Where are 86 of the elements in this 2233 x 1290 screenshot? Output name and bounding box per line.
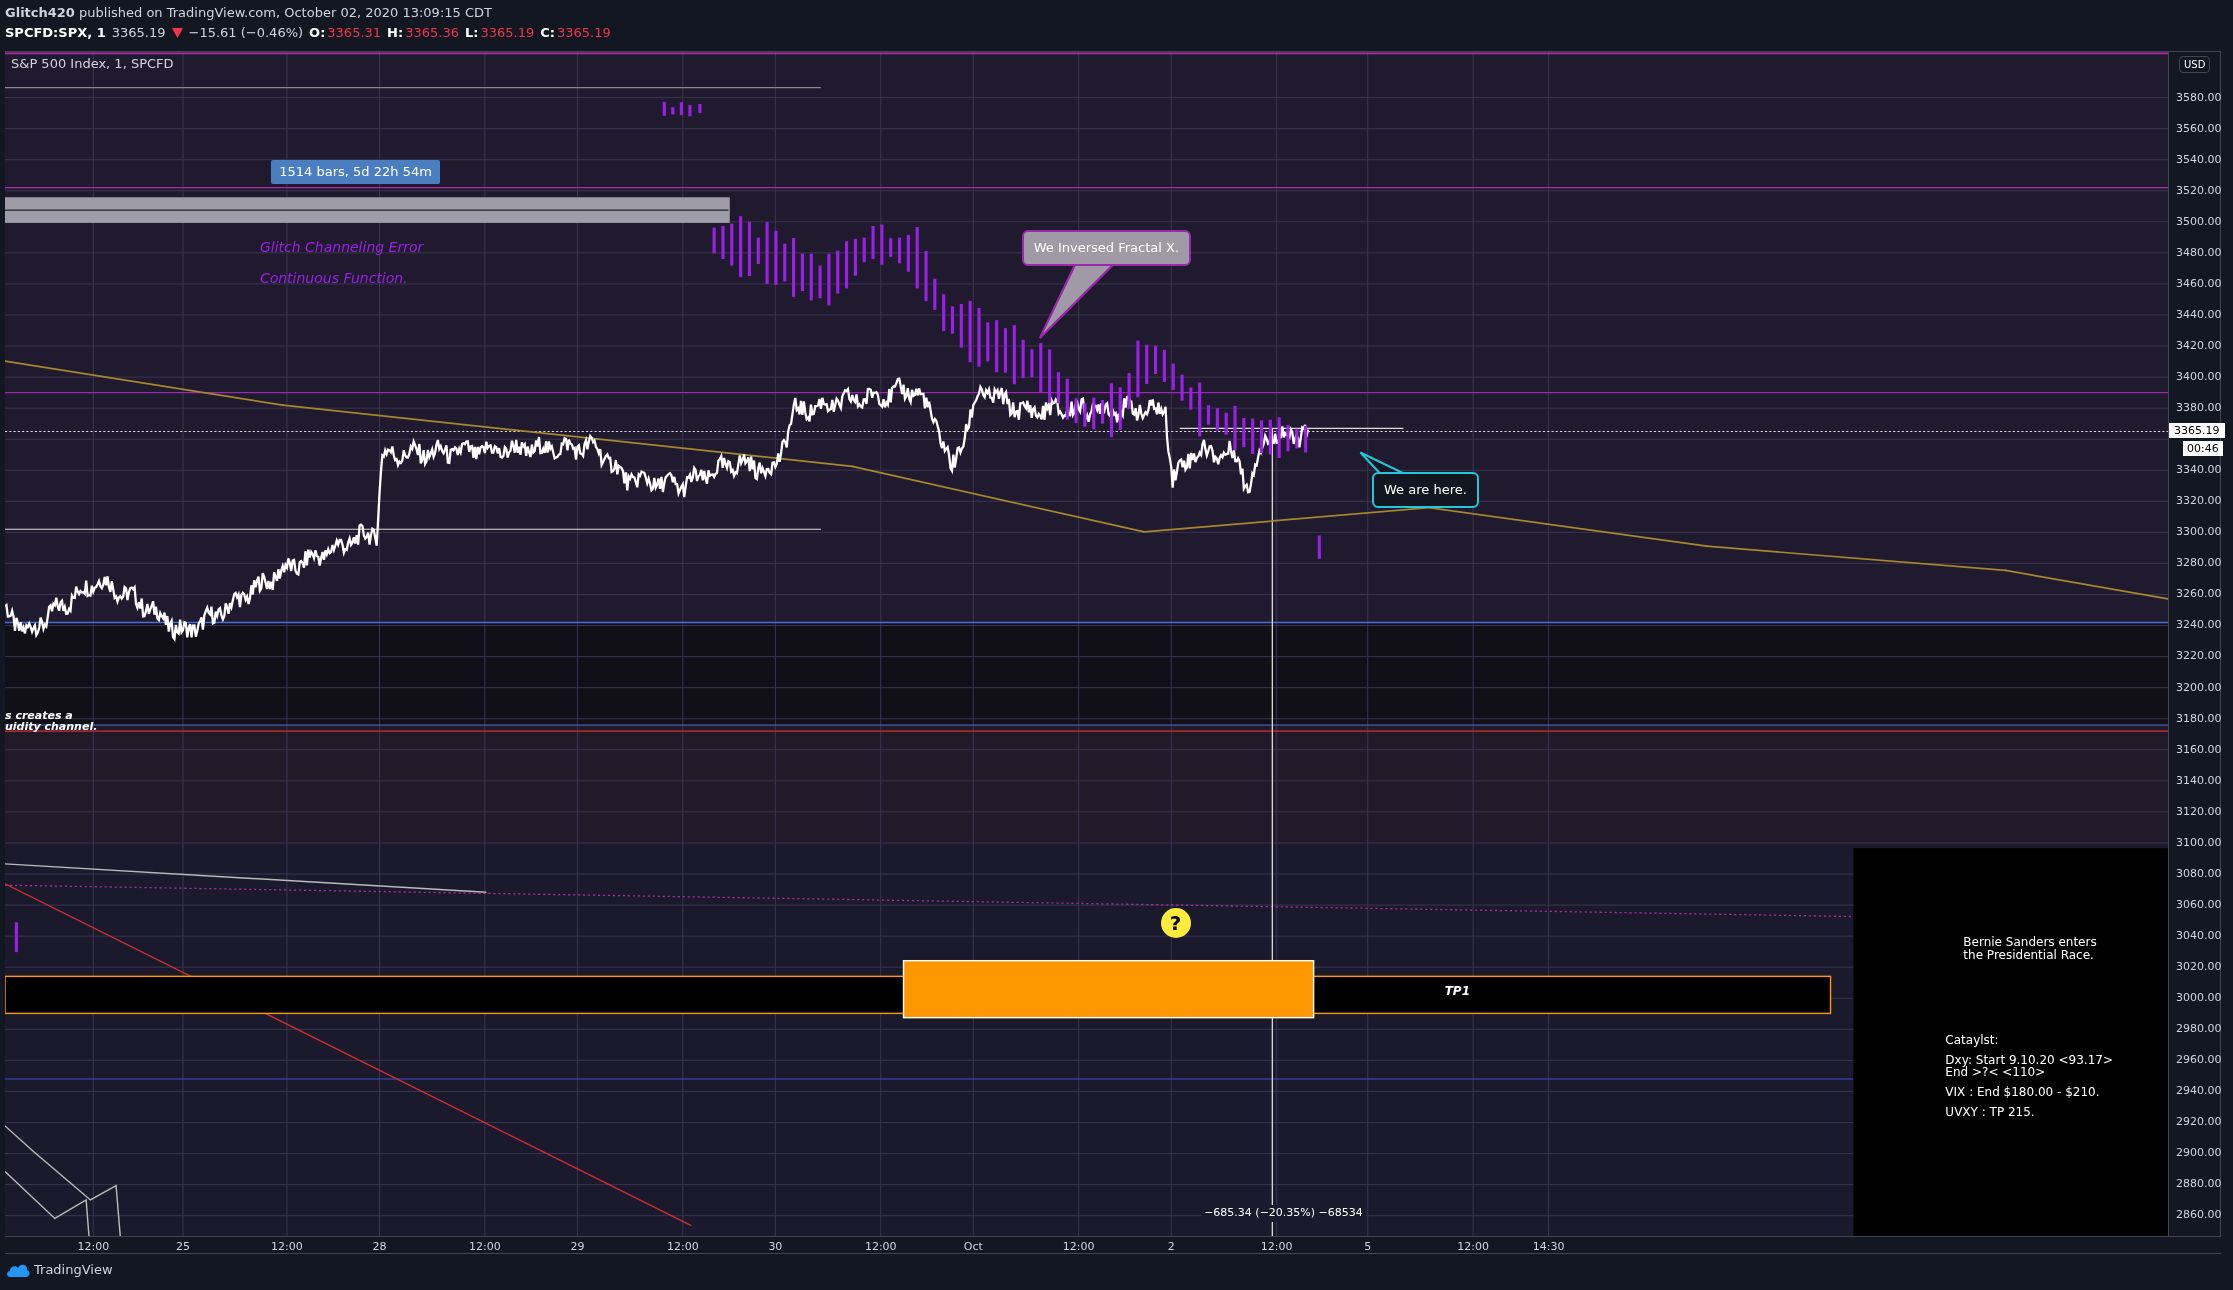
time-tick-label: 29: [570, 1239, 585, 1255]
candle: [14, 922, 18, 953]
price-tick-label: 3080.00: [2176, 867, 2222, 880]
price-tick-label: 3340.00: [2176, 464, 2222, 477]
price-tick-label: 3120.00: [2176, 805, 2222, 818]
last-price-tag: 3365.19: [2169, 423, 2225, 439]
price-tick-label: 3100.00: [2176, 836, 2222, 849]
price-tick-label: 2900.00: [2176, 1147, 2222, 1160]
price-tick-label: 3260.00: [2176, 588, 2222, 601]
candle: [1317, 535, 1321, 559]
ohlc-value: 3365.19: [480, 24, 535, 42]
bar-count-label: 1514 bars, 5d 22h 54m: [271, 160, 440, 184]
price-tick-label: 2860.00: [2176, 1209, 2222, 1222]
time-tick-label: 12:00: [1260, 1239, 1293, 1255]
time-tick-label: 30: [768, 1239, 783, 1255]
note-line: Cataylst:: [1945, 1034, 2000, 1046]
price-tick-label: 3380.00: [2176, 402, 2222, 415]
ohlc-label: H:: [387, 24, 404, 42]
legend-title: S&P 500 Index, 1, SPCFD: [11, 55, 174, 73]
candle-series: [662, 101, 702, 117]
time-tick-label: 5: [1364, 1239, 1372, 1255]
price-tick-label: 3140.00: [2176, 774, 2222, 787]
ohlc-label: O:: [309, 24, 326, 42]
price-tick-label: 3520.00: [2176, 184, 2222, 197]
price-tick-label: 3240.00: [2176, 619, 2222, 632]
chart-note: Glitch Channeling Error: [259, 238, 424, 258]
note-line: Dxy: Start 9.10.20 <93.17> End >?< <110>: [1945, 1054, 2114, 1078]
price-tick-label: 3320.00: [2176, 495, 2222, 508]
price-tick-label: 3420.00: [2176, 339, 2222, 352]
price-tick-label: 2920.00: [2176, 1116, 2222, 1129]
price-tick-label: 3560.00: [2176, 122, 2222, 135]
price-tick-label: 3180.00: [2176, 712, 2222, 725]
chart-note: uidity channel.: [5, 721, 98, 734]
price-tick-label: 3020.00: [2176, 961, 2222, 973]
time-tick-label: 12:00: [77, 1239, 110, 1255]
countdown-tag: 00:46: [2183, 441, 2223, 457]
ohlc-value: 3365.31: [327, 24, 382, 42]
ohlc-label: L:: [464, 24, 479, 42]
time-tick-label: 2: [1167, 1239, 1175, 1255]
price-tick-label: 3300.00: [2176, 526, 2222, 539]
time-tick-label: 12:00: [1062, 1239, 1095, 1255]
note-line: UVXY : TP 215.: [1945, 1106, 2036, 1118]
price-tick-label: 3440.00: [2176, 308, 2222, 321]
price-tick-label: 3200.00: [2176, 681, 2222, 694]
symbol-title: SPCFD:SPX, 1: [5, 24, 106, 42]
price-tick-label: 3460.00: [2176, 277, 2222, 290]
last-price: 3365.19: [111, 24, 166, 42]
price-tick-label: 2880.00: [2176, 1178, 2222, 1191]
price-change: −15.61 (−0.46%): [188, 24, 304, 42]
time-tick-label: 12:00: [666, 1239, 699, 1255]
note-headline: Bernie Sanders enters the Presidential Race.: [1963, 936, 2098, 962]
price-tick-label: 3040.00: [2176, 929, 2222, 942]
brand-name: TradingView: [34, 1261, 113, 1279]
time-tick-label: 12:00: [1457, 1239, 1489, 1255]
ohlc-value: 3365.19: [556, 24, 611, 42]
time-tick-label: Oct: [963, 1239, 983, 1255]
price-tick-label: 3480.00: [2176, 246, 2222, 259]
chart-note: Continuous Function.: [259, 269, 408, 289]
note-line: VIX : End $180.00 - $210.: [1945, 1086, 2101, 1098]
price-tick-label: 3500.00: [2176, 215, 2222, 228]
price-tick-label: 3160.00: [2176, 743, 2222, 756]
callout-bubble: We Inversed Fractal X.: [1021, 230, 1192, 266]
price-tick-label: 3280.00: [2176, 557, 2222, 570]
publish-line: Glitch420 published on TradingView.com, October 02, 2020 13:09:15 CDT: [5, 4, 493, 22]
target-label: TP1: [1444, 982, 1470, 1000]
price-tick-label: 3540.00: [2176, 153, 2222, 166]
time-tick-label: 12:00: [469, 1239, 501, 1255]
time-tick-label: 14:30: [1532, 1239, 1565, 1255]
time-tick-label: 12:00: [271, 1239, 303, 1255]
cloud-logo-icon: [6, 1262, 30, 1277]
currency-badge: USD: [2179, 56, 2211, 73]
measure-label: −685.34 (−20.35%) −68534: [1201, 1205, 1366, 1222]
price-tick-label: 2960.00: [2176, 1054, 2222, 1067]
price-tick-label: 3220.00: [2176, 650, 2222, 663]
price-tick-label: 2980.00: [2176, 1023, 2222, 1036]
price-tick-label: 2940.00: [2176, 1085, 2222, 1098]
price-tick-label: 3000.00: [2176, 992, 2222, 1005]
ohlc-value: 3365.36: [405, 24, 459, 42]
time-tick-label: 12:00: [864, 1239, 897, 1255]
time-tick-label: 28: [372, 1239, 387, 1255]
price-tick-label: 3060.00: [2176, 898, 2222, 911]
time-tick-label: 25: [176, 1239, 190, 1255]
price-tick-label: 3400.00: [2176, 371, 2222, 384]
chart-note: s creates a: [5, 709, 73, 722]
price-tick-label: 3580.00: [2176, 91, 2222, 104]
ohlc-label: C:: [540, 24, 555, 42]
